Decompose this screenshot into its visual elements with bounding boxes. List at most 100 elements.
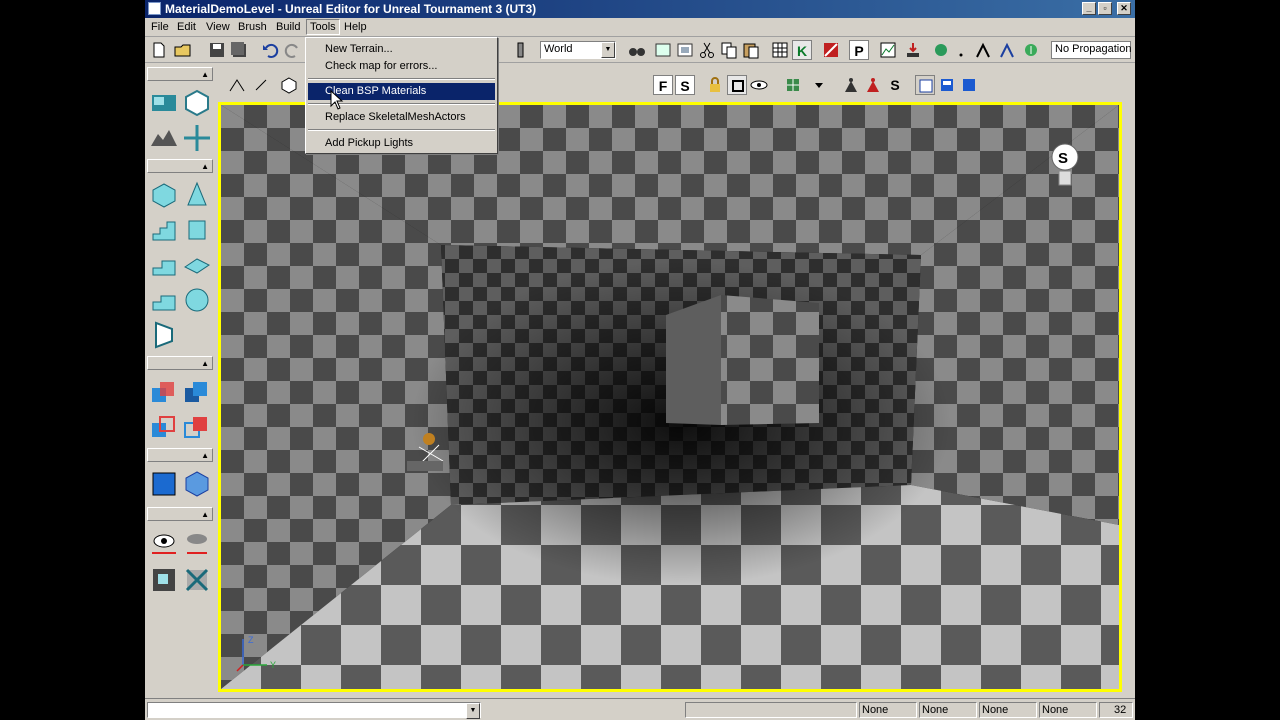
build-all-icon[interactable]: [903, 40, 923, 60]
frame-icon[interactable]: [727, 75, 747, 95]
show-selected-icon[interactable]: [148, 527, 180, 559]
close-button[interactable]: ✕: [1117, 2, 1131, 15]
csg-intersect-icon[interactable]: [148, 411, 180, 443]
coordinate-system-value: World: [544, 43, 573, 55]
geometry-mode-icon[interactable]: [181, 87, 213, 119]
f-button[interactable]: F: [653, 75, 673, 95]
csg-subtract-icon[interactable]: [181, 376, 213, 408]
move-mode-icon[interactable]: [181, 122, 213, 154]
status-field-1: None: [859, 702, 917, 718]
brush-view-icon[interactable]: [675, 40, 695, 60]
status-field-4: None: [1039, 702, 1097, 718]
path-rebuild-icon[interactable]: [997, 40, 1017, 60]
path-build-icon[interactable]: [973, 40, 993, 60]
select-actor-icon[interactable]: [653, 40, 673, 60]
tool-panel: ▲ ▲ ▲ ▲ ▲: [145, 64, 215, 700]
binoculars-icon[interactable]: [627, 40, 647, 60]
menu-edit[interactable]: Edit: [177, 21, 196, 33]
graph-icon[interactable]: [878, 40, 898, 60]
no-entry-icon[interactable]: [821, 40, 841, 60]
menu-replace-skeletal-mesh[interactable]: Replace SkeletalMeshActors: [308, 109, 495, 126]
view-mode-1-icon[interactable]: [915, 75, 935, 95]
new-file-icon[interactable]: [149, 40, 169, 60]
main-toolbar: World ▼ K P No Propagation: [145, 38, 1135, 63]
status-field-2: None: [919, 702, 977, 718]
menu-new-terrain[interactable]: New Terrain...: [308, 41, 495, 58]
sheet-brush-icon[interactable]: [181, 249, 213, 281]
camera-speed-icon[interactable]: [511, 40, 531, 60]
csg-group-header[interactable]: ▲: [147, 356, 213, 370]
viewport-type-icon[interactable]: [227, 75, 247, 95]
csg-deintersect-icon[interactable]: [181, 411, 213, 443]
grid-size-field[interactable]: 32: [1099, 702, 1133, 718]
level-scene: S Z Y: [221, 105, 1119, 689]
eye-icon[interactable]: [749, 75, 769, 95]
volumetric-brush-icon[interactable]: [148, 319, 180, 351]
realtime-icon[interactable]: [279, 75, 299, 95]
open-folder-icon[interactable]: [173, 40, 193, 60]
view-mode-3-icon[interactable]: [959, 75, 979, 95]
volume-group-header[interactable]: ▲: [147, 448, 213, 462]
play-button[interactable]: P: [849, 40, 869, 60]
s-toggle[interactable]: S: [885, 75, 905, 95]
undo-icon[interactable]: [260, 40, 280, 60]
select-inside-icon[interactable]: [148, 564, 180, 596]
brush-group-header[interactable]: ▲: [147, 159, 213, 173]
save-all-icon[interactable]: [229, 40, 249, 60]
sphere-brush-icon[interactable]: [181, 284, 213, 316]
actor-icon[interactable]: [841, 75, 861, 95]
add-special-brush-icon[interactable]: [181, 468, 213, 500]
menu-help[interactable]: Help: [344, 21, 367, 33]
redo-icon[interactable]: [283, 40, 303, 60]
actor-red-icon[interactable]: [863, 75, 883, 95]
show-flags-icon[interactable]: [783, 75, 803, 95]
grid-icon[interactable]: [770, 40, 790, 60]
chevron-down-icon[interactable]: [809, 75, 829, 95]
deselect-icon[interactable]: [181, 564, 213, 596]
axis-y-label: Y: [270, 660, 276, 670]
copy-icon[interactable]: [719, 40, 739, 60]
camera-mode-icon[interactable]: [148, 87, 180, 119]
perspective-viewport[interactable]: S Z Y: [218, 102, 1122, 692]
terrain-mode-icon[interactable]: [148, 122, 180, 154]
lock-viewport-icon[interactable]: [251, 75, 271, 95]
add-volume-icon[interactable]: [148, 468, 180, 500]
cylinder-brush-icon[interactable]: [181, 214, 213, 246]
save-icon[interactable]: [207, 40, 227, 60]
menu-view[interactable]: View: [206, 21, 230, 33]
light-actor-label: S: [1058, 150, 1068, 167]
menu-separator: [308, 78, 495, 80]
spiral-stair-icon[interactable]: [148, 284, 180, 316]
chevron-down-icon: ▼: [601, 42, 615, 58]
propagation-select[interactable]: No Propagation: [1051, 41, 1131, 59]
menu-file[interactable]: File: [151, 21, 169, 33]
lock-icon[interactable]: [705, 75, 725, 95]
s-button[interactable]: S: [675, 75, 695, 95]
stairs-brush-icon[interactable]: [148, 214, 180, 246]
menu-check-map[interactable]: Check map for errors...: [308, 58, 495, 75]
kismet-button[interactable]: K: [792, 40, 812, 60]
menu-add-pickup-lights[interactable]: Add Pickup Lights: [308, 135, 495, 152]
hide-selected-icon[interactable]: [181, 527, 213, 559]
menu-brush[interactable]: Brush: [238, 21, 267, 33]
tool-group-header[interactable]: ▲: [147, 67, 213, 81]
view-mode-2-icon[interactable]: [937, 75, 957, 95]
cube-brush-icon[interactable]: [148, 179, 180, 211]
content-browser-icon[interactable]: [931, 40, 951, 60]
coordinate-system-select[interactable]: World ▼: [540, 41, 616, 59]
command-input[interactable]: ▼: [147, 702, 481, 719]
title-bar: MaterialDemoLevel - Unreal Editor for Un…: [145, 0, 1135, 18]
csg-add-icon[interactable]: [148, 376, 180, 408]
minimize-button[interactable]: _: [1082, 2, 1096, 15]
menu-tools[interactable]: Tools: [306, 19, 340, 35]
lighting-build-icon[interactable]: [1021, 40, 1041, 60]
visibility-group-header[interactable]: ▲: [147, 507, 213, 521]
linear-stair-icon[interactable]: [148, 249, 180, 281]
cut-icon[interactable]: [697, 40, 717, 60]
maximize-button[interactable]: ▫: [1098, 2, 1112, 15]
unreal-editor-window: MaterialDemoLevel - Unreal Editor for Un…: [145, 0, 1135, 720]
axis-z-label: Z: [248, 635, 254, 645]
paste-icon[interactable]: [741, 40, 761, 60]
menu-build[interactable]: Build: [276, 21, 300, 33]
cone-brush-icon[interactable]: [181, 179, 213, 211]
